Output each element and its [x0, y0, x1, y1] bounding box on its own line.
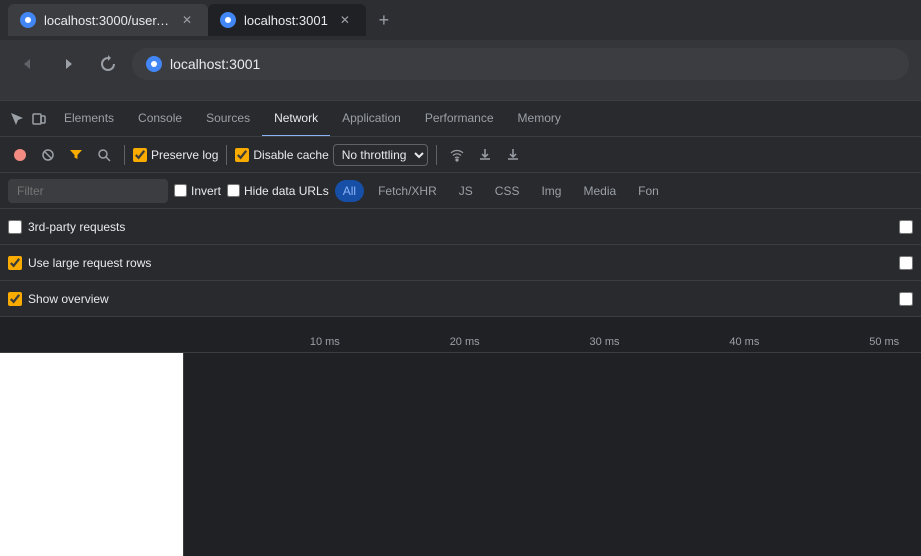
settings-row-third-party: 3rd-party requests: [0, 209, 921, 245]
third-party-label[interactable]: 3rd-party requests: [8, 220, 125, 234]
large-rows-right-checkbox[interactable]: [899, 256, 913, 270]
tab-2-title: localhost:3001: [244, 13, 328, 28]
throttle-select[interactable]: No throttling: [333, 144, 428, 166]
timeline-header: 10 ms 20 ms 30 ms 40 ms 50 ms: [0, 317, 921, 353]
clear-button[interactable]: [36, 143, 60, 167]
overview-right-checkbox[interactable]: [899, 292, 913, 306]
forward-button[interactable]: [52, 48, 84, 80]
tick-30ms: 30 ms: [590, 336, 620, 348]
new-tab-button[interactable]: +: [370, 6, 398, 34]
tab-performance[interactable]: Performance: [413, 101, 506, 137]
tick-20ms: 20 ms: [450, 336, 480, 348]
network-waterfall: [184, 353, 921, 556]
filter-type-all[interactable]: All: [335, 180, 364, 202]
import-har-icon[interactable]: [473, 143, 497, 167]
invert-label[interactable]: Invert: [174, 184, 221, 198]
filter-type-js[interactable]: JS: [451, 180, 481, 202]
address-input[interactable]: localhost:3001: [132, 48, 909, 80]
back-button[interactable]: [12, 48, 44, 80]
page-preview-area: [0, 353, 184, 556]
tab-console[interactable]: Console: [126, 101, 194, 137]
select-element-icon[interactable]: [8, 110, 26, 128]
hide-data-urls-label[interactable]: Hide data URLs: [227, 184, 329, 198]
device-toggle-icon[interactable]: [30, 110, 48, 128]
address-url: localhost:3001: [170, 56, 260, 72]
filter-type-fetchxhr[interactable]: Fetch/XHR: [370, 180, 445, 202]
tab-1-favicon: [20, 12, 36, 28]
tab-bar: localhost:3000/user.html ✕ localhost:300…: [0, 0, 921, 40]
filter-icon[interactable]: [64, 143, 88, 167]
tick-10ms: 10 ms: [310, 336, 340, 348]
address-port: :3001: [225, 56, 260, 72]
toolbar-separator-2: [226, 145, 227, 165]
filter-bar: Invert Hide data URLs All Fetch/XHR JS C…: [0, 173, 921, 209]
tab-2[interactable]: localhost:3001 ✕: [208, 4, 366, 36]
invert-checkbox[interactable]: [174, 184, 187, 197]
search-icon[interactable]: [92, 143, 116, 167]
export-har-icon[interactable]: [501, 143, 525, 167]
filter-type-fon[interactable]: Fon: [630, 180, 667, 202]
third-party-right-checkbox[interactable]: [899, 220, 913, 234]
reload-button[interactable]: [92, 48, 124, 80]
tab-1[interactable]: localhost:3000/user.html ✕: [8, 4, 208, 36]
tab-1-close[interactable]: ✕: [178, 11, 196, 29]
settings-row-large-rows: Use large request rows: [0, 245, 921, 281]
network-content: [0, 353, 921, 556]
hide-data-urls-checkbox[interactable]: [227, 184, 240, 197]
devtools-tab-bar: Elements Console Sources Network Applica…: [0, 101, 921, 137]
tab-memory[interactable]: Memory: [506, 101, 573, 137]
disable-cache-label[interactable]: Disable cache: [235, 148, 328, 162]
tab-2-favicon: [220, 12, 236, 28]
tab-network[interactable]: Network: [262, 101, 330, 137]
filter-input[interactable]: [8, 179, 168, 203]
tab-application[interactable]: Application: [330, 101, 413, 137]
devtools-icon-bar: [4, 110, 52, 128]
preserve-log-label[interactable]: Preserve log: [133, 148, 218, 162]
address-bar: localhost:3001: [0, 40, 921, 88]
large-rows-label[interactable]: Use large request rows: [8, 256, 151, 270]
preserve-log-checkbox[interactable]: [133, 148, 147, 162]
third-party-checkbox[interactable]: [8, 220, 22, 234]
devtools-toolbar: Preserve log Disable cache No throttling: [0, 137, 921, 173]
devtools-panel: Elements Console Sources Network Applica…: [0, 100, 921, 556]
tick-40ms: 40 ms: [729, 336, 759, 348]
record-button[interactable]: [8, 143, 32, 167]
large-rows-checkbox[interactable]: [8, 256, 22, 270]
tab-sources[interactable]: Sources: [194, 101, 262, 137]
tab-1-title: localhost:3000/user.html: [44, 13, 170, 28]
filter-type-media[interactable]: Media: [575, 180, 624, 202]
tick-50ms: 50 ms: [869, 336, 899, 348]
overview-checkbox[interactable]: [8, 292, 22, 306]
toolbar-separator-3: [436, 145, 437, 165]
wifi-conditions-icon[interactable]: [445, 143, 469, 167]
tab-elements[interactable]: Elements: [52, 101, 126, 137]
toolbar-separator-1: [124, 145, 125, 165]
address-favicon: [146, 56, 162, 72]
address-host: localhost: [170, 56, 225, 72]
overview-label[interactable]: Show overview: [8, 292, 109, 306]
filter-type-css[interactable]: CSS: [487, 180, 528, 202]
tab-2-close[interactable]: ✕: [336, 11, 354, 29]
disable-cache-checkbox[interactable]: [235, 148, 249, 162]
browser-chrome: localhost:3000/user.html ✕ localhost:300…: [0, 0, 921, 100]
filter-type-img[interactable]: Img: [533, 180, 569, 202]
settings-row-overview: Show overview: [0, 281, 921, 317]
